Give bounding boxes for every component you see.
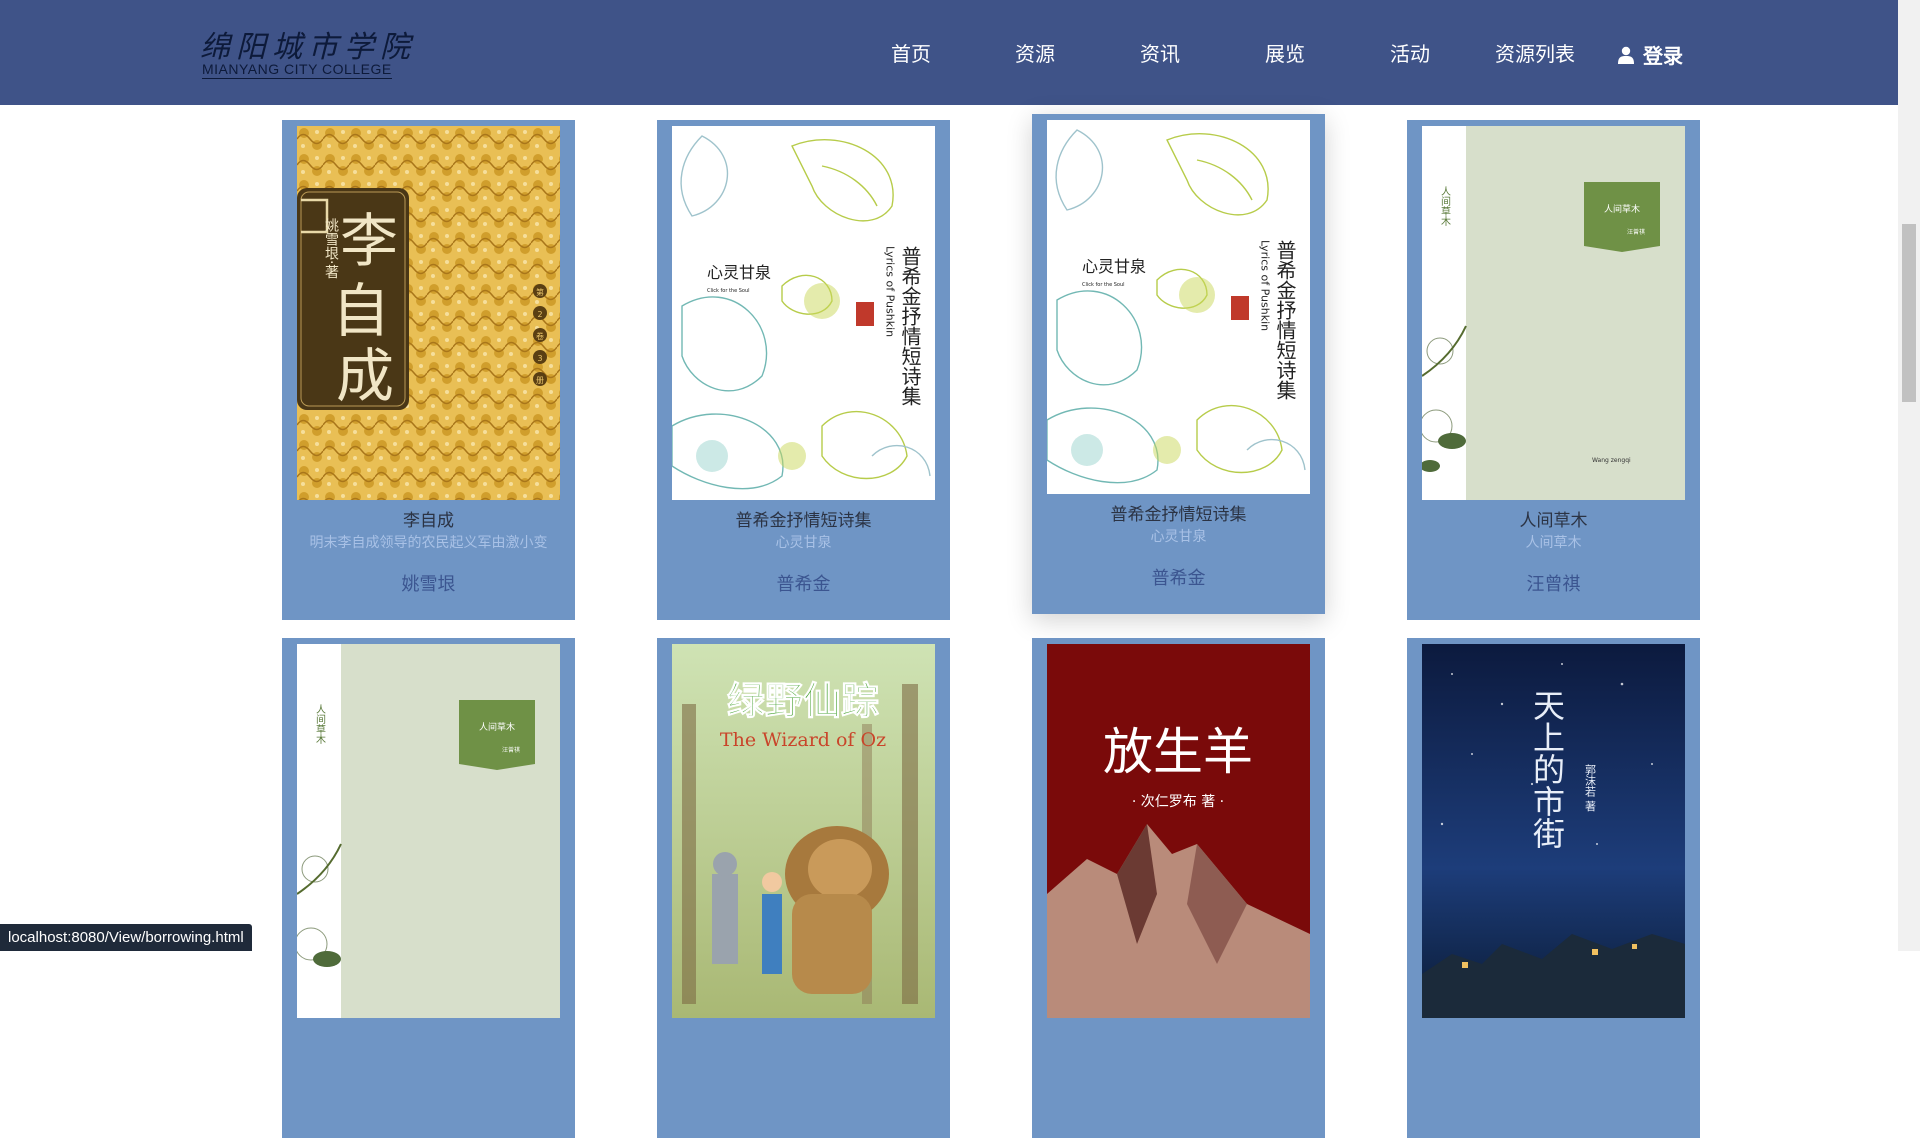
svg-text:3: 3	[537, 354, 542, 363]
book-card[interactable]: 人间草木 人间草木 汪曾祺	[282, 638, 575, 1138]
book-subtitle: 心灵甘泉	[1150, 529, 1207, 544]
login-button[interactable]: 登录	[1617, 40, 1683, 69]
svg-text:册: 册	[536, 376, 544, 385]
book-subtitle: 人间草木	[1525, 535, 1582, 550]
nav-news[interactable]: 资讯	[1140, 38, 1180, 67]
svg-text:Click for the Soul: Click for the Soul	[1082, 282, 1125, 288]
user-icon	[1618, 46, 1634, 64]
nav-resources[interactable]: 资源	[1015, 38, 1055, 67]
college-logo[interactable]: 绵阳城市学院 MIANYANG CITY COLLEGE	[200, 22, 410, 80]
svg-text:The Wizard of Oz: The Wizard of Oz	[720, 729, 886, 751]
svg-text:人间草木: 人间草木	[1604, 203, 1640, 215]
book-cover[interactable]: 天上的市街 郭沫若 著	[1422, 644, 1685, 1018]
book-card[interactable]: 放生羊 · 次仁罗布 著 ·	[1032, 638, 1325, 1138]
nav-home[interactable]: 首页	[891, 38, 931, 67]
link-status-bar: localhost:8080/View/borrowing.html	[0, 924, 252, 951]
book-card[interactable]: 天上的市街 郭沫若 著	[1407, 638, 1700, 1138]
cover-title: 天上的市街	[1528, 689, 1566, 849]
svg-text:· 次仁罗布 著 ·: · 次仁罗布 著 ·	[1132, 794, 1224, 810]
svg-text:人间草木: 人间草木	[479, 721, 515, 733]
scrollbar-thumb[interactable]	[1902, 224, 1916, 402]
svg-text:Wang zengqi: Wang zengqi	[1592, 457, 1631, 464]
book-author[interactable]: 姚雪垠	[282, 570, 575, 596]
cover-series: 心灵甘泉	[1082, 257, 1146, 276]
book-cover[interactable]: 放生羊 · 次仁罗布 著 ·	[1047, 644, 1310, 1018]
book-title[interactable]: 李自成	[282, 506, 575, 531]
book-cover[interactable]: 心灵甘泉 Click for the Soul 普希金抒情短诗集 Lyrics …	[672, 126, 935, 500]
svg-text:Lyrics of Pushkin: Lyrics of Pushkin	[884, 246, 897, 337]
cover-title-char: 成	[336, 342, 394, 410]
cover-title: 绿野仙踪	[727, 678, 879, 723]
svg-text:郭沫若 著: 郭沫若 著	[1584, 764, 1597, 812]
book-card[interactable]: 心灵甘泉 Click for the Soul 普希金抒情短诗集 Lyrics …	[657, 120, 950, 620]
logo-english-text: MIANYANG CITY COLLEGE	[202, 61, 392, 79]
logo-chinese-text: 绵阳城市学院	[200, 30, 416, 65]
book-cover[interactable]: 绿野仙踪 The Wizard of Oz	[672, 644, 935, 1018]
book-title[interactable]: 人间草木	[1407, 506, 1700, 531]
svg-text:Lyrics of Pushkin: Lyrics of Pushkin	[1259, 240, 1272, 331]
svg-text:Click for the Soul: Click for the Soul	[707, 288, 750, 294]
book-author[interactable]: 普希金	[657, 570, 950, 596]
nav-activities[interactable]: 活动	[1390, 38, 1430, 67]
cover-author: 姚雪垠·著	[323, 218, 339, 279]
login-label: 登录	[1643, 44, 1683, 68]
svg-text:第: 第	[536, 287, 544, 297]
book-title[interactable]: 普希金抒情短诗集	[657, 506, 950, 531]
book-cover[interactable]: 心灵甘泉 Click for the Soul 普希金抒情短诗集 Lyrics …	[1047, 120, 1310, 494]
book-author[interactable]: 汪曾祺	[1407, 570, 1700, 596]
nav-resource-list[interactable]: 资源列表	[1495, 38, 1575, 67]
top-navbar: 绵阳城市学院 MIANYANG CITY COLLEGE 首页 资源 资讯 展览…	[0, 0, 1898, 105]
book-card[interactable]: 人间草木 人间草木 汪曾祺 Wang zengqi 人间草木 人间草木 汪曾祺	[1407, 120, 1700, 620]
cover-title: 普希金抒情短诗集	[898, 246, 922, 406]
cover-title-char: 自	[332, 277, 390, 345]
book-subtitle: 明末李自成领导的农民起义军由激小变	[309, 535, 548, 550]
svg-text:卷: 卷	[536, 331, 544, 341]
svg-text:2: 2	[537, 310, 542, 319]
book-card[interactable]: 李 自 成 姚雪垠·著 第 2 卷 3 册 李自成 明末李自成领导的农民起义军由…	[282, 120, 575, 620]
cover-title: 普希金抒情短诗集	[1273, 240, 1297, 400]
vertical-scrollbar[interactable]	[1898, 0, 1920, 951]
cover-title-char: 李	[340, 207, 398, 275]
cover-series: 心灵甘泉	[707, 263, 771, 282]
book-title[interactable]: 普希金抒情短诗集	[1032, 500, 1325, 525]
svg-text:人间草木: 人间草木	[314, 704, 326, 745]
svg-text:人间草木: 人间草木	[1439, 186, 1451, 227]
svg-text:汪曾祺: 汪曾祺	[502, 746, 520, 754]
book-author[interactable]: 普希金	[1032, 564, 1325, 590]
nav-exhibition[interactable]: 展览	[1265, 38, 1305, 67]
cover-title: 放生羊	[1103, 723, 1253, 781]
book-card[interactable]: 心灵甘泉 Click for the Soul 普希金抒情短诗集 Lyrics …	[1032, 114, 1325, 614]
book-cover[interactable]: 人间草木 人间草木 汪曾祺 Wang zengqi	[1422, 126, 1685, 500]
book-subtitle: 心灵甘泉	[775, 535, 832, 550]
book-card[interactable]: 绿野仙踪 The Wizard of Oz	[657, 638, 950, 1138]
svg-text:汪曾祺: 汪曾祺	[1627, 228, 1645, 236]
book-cover[interactable]: 人间草木 人间草木 汪曾祺	[297, 644, 560, 1018]
book-cover[interactable]: 李 自 成 姚雪垠·著 第 2 卷 3 册	[297, 126, 560, 500]
